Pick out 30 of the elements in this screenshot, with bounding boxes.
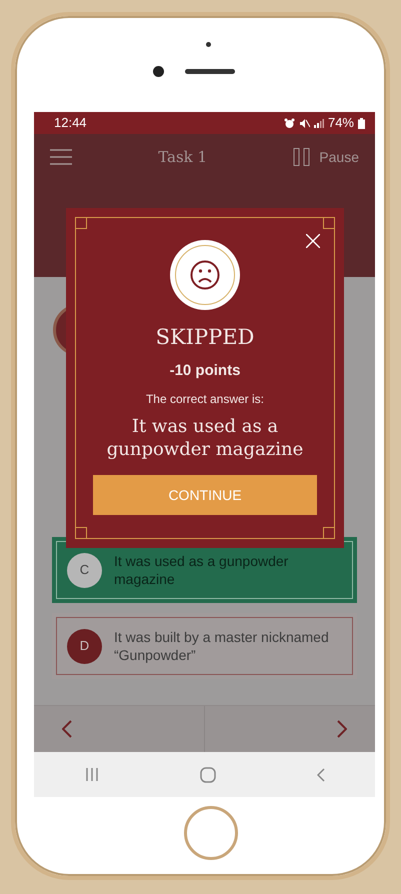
clock: 12:44	[54, 114, 87, 132]
option-letter: C	[67, 552, 102, 588]
mute-icon	[298, 118, 310, 128]
next-icon[interactable]	[337, 720, 347, 738]
close-button[interactable]	[306, 234, 320, 248]
pause-icon	[293, 148, 312, 166]
alarm-icon	[284, 118, 295, 128]
speaker-grille	[185, 69, 235, 74]
option-text: It was built by a master nicknamed “Gunpowder”	[114, 628, 330, 664]
dialog-title: SKIPPED	[154, 324, 256, 351]
home-button[interactable]	[184, 806, 238, 860]
battery-percent: 74%	[328, 114, 354, 132]
option-text: It was used as a gunpowder magazine	[114, 552, 290, 588]
signal-icon	[314, 118, 324, 128]
home-icon[interactable]	[200, 766, 216, 782]
sensor-dot	[206, 42, 211, 47]
sad-face-icon	[190, 260, 220, 290]
answer-option[interactable]: D It was built by a master nicknamed “Gunpowder”	[52, 613, 357, 679]
back-icon[interactable]	[316, 768, 324, 782]
previous-icon[interactable]	[62, 720, 72, 738]
battery-icon	[358, 118, 365, 128]
task-title: Task 1	[158, 146, 208, 168]
answer-prompt: The correct answer is:	[144, 391, 266, 408]
option-letter: D	[67, 628, 102, 664]
recent-apps-icon[interactable]	[84, 768, 98, 781]
pause-button[interactable]: Pause	[293, 146, 359, 168]
menu-icon[interactable]	[50, 149, 72, 165]
points-text: -10 points	[168, 360, 242, 380]
camera-dot	[153, 66, 164, 77]
correct-answer: It was used as a gunpowder magazine	[106, 416, 304, 461]
